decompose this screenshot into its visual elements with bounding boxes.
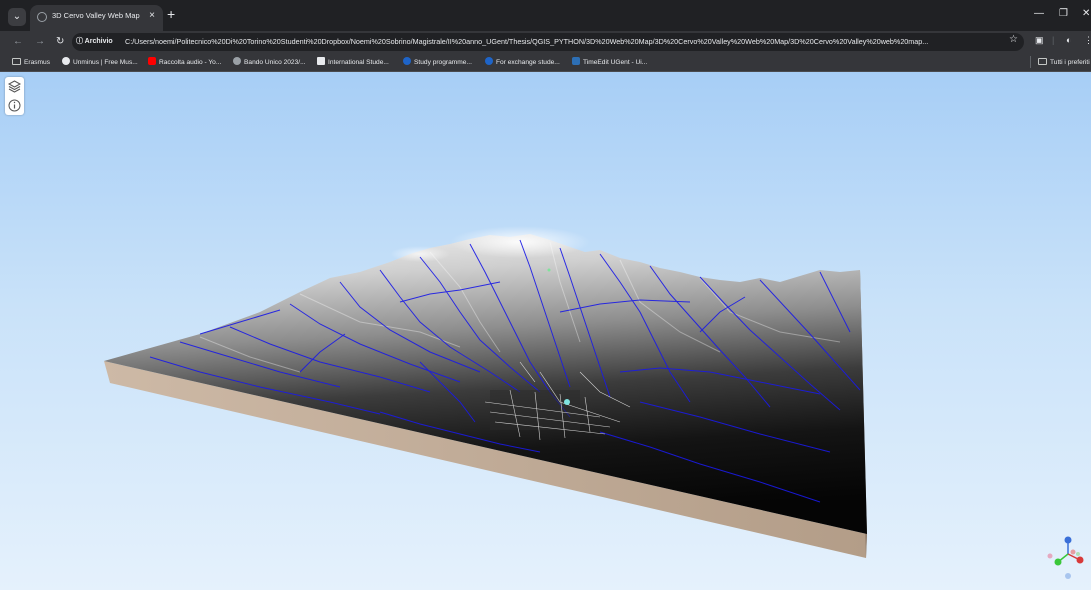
layers-button[interactable] (5, 77, 24, 96)
bookmark-label: Erasmus (24, 59, 51, 66)
bookmark-item[interactable]: Raccolta audio - Yo... (148, 57, 221, 68)
info-button[interactable] (5, 96, 24, 115)
all-bookmarks-button[interactable]: Tutti i preferiti (1038, 57, 1090, 68)
tab-strip: ⌄ 3D Cervo Valley Web Map × + — ❐ ✕ (0, 0, 1091, 31)
doc-icon (317, 57, 325, 65)
new-tab-button[interactable]: + (167, 7, 175, 21)
youtube-icon (148, 57, 156, 65)
bookmark-label: Bando Unico 2023/... (244, 59, 306, 66)
bookmark-item[interactable]: Erasmus (12, 57, 50, 68)
info-icon (8, 99, 21, 112)
bookmark-item[interactable]: For exchange stude... (485, 57, 560, 68)
bookmark-label: Unminus | Free Mus... (73, 59, 138, 66)
terrain-surface (104, 234, 867, 534)
ugent-icon (403, 57, 411, 65)
snow-peak (390, 246, 450, 262)
tab-search-button[interactable]: ⌄ (8, 8, 26, 26)
back-icon[interactable]: ← (13, 34, 23, 50)
bookmarks-divider (1030, 56, 1031, 68)
menu-kebab-icon[interactable]: ⋮ (1084, 35, 1091, 46)
browser-window: ⌄ 3D Cervo Valley Web Map × + — ❐ ✕ ← → … (0, 0, 1091, 590)
browser-toolbar: ← → ↻ ⓘ Archivio C:/Users/noemi/Politecn… (0, 31, 1091, 53)
timeedit-icon (572, 57, 580, 65)
snow-peak (450, 226, 590, 258)
bookmark-label: International Stude... (328, 59, 389, 66)
map-controls-panel (5, 77, 24, 115)
ugent-icon (485, 57, 493, 65)
tab-close-button[interactable]: × (149, 10, 155, 21)
bookmark-item[interactable]: Study programme... (403, 57, 472, 68)
bookmark-item[interactable]: Unminus | Free Mus... (62, 57, 138, 68)
bookmark-item[interactable]: International Stude... (317, 57, 389, 68)
bookmark-label: Raccolta audio - Yo... (159, 59, 222, 66)
url-text[interactable]: C:/Users/noemi/Politecnico%20Di%20Torino… (125, 36, 985, 48)
folder-icon (1038, 58, 1047, 65)
map-viewport[interactable] (0, 72, 1091, 590)
address-bar[interactable]: ⓘ Archivio C:/Users/noemi/Politecnico%20… (72, 33, 1024, 51)
profile-icon[interactable]: ◐ (1066, 35, 1071, 45)
folder-icon (12, 58, 21, 65)
bookmark-label: Study programme... (414, 59, 472, 66)
close-window-icon[interactable]: ✕ (1082, 8, 1090, 19)
bookmark-item[interactable]: Bando Unico 2023/... (233, 57, 306, 68)
bookmark-label: For exchange stude... (496, 59, 560, 66)
extensions-icon[interactable]: ▣ (1035, 35, 1044, 46)
bookmark-label: Tutti i preferiti (1050, 59, 1090, 66)
axes-helper-icon[interactable] (1040, 532, 1088, 584)
tab-active[interactable]: 3D Cervo Valley Web Map × (30, 5, 163, 31)
map-marker[interactable] (547, 268, 551, 272)
minimize-icon[interactable]: — (1034, 8, 1044, 19)
toolbar-divider: | (1052, 35, 1055, 45)
globe-icon (233, 57, 241, 65)
forward-icon[interactable]: → (35, 34, 45, 50)
bookmark-star-icon[interactable]: ☆ (1009, 34, 1018, 45)
tab-title: 3D Cervo Valley Web Map (52, 11, 140, 20)
layers-icon (7, 80, 22, 93)
map-marker[interactable] (564, 399, 570, 405)
bookmarks-bar: Erasmus Unminus | Free Mus... Raccolta a… (0, 53, 1091, 72)
bookmark-item[interactable]: TimeEdit UGent - Ui... (572, 57, 647, 68)
unminus-icon (62, 57, 70, 65)
globe-icon (37, 12, 47, 22)
reload-icon[interactable]: ↻ (56, 34, 64, 50)
restore-icon[interactable]: ❐ (1059, 8, 1068, 19)
site-info-chip[interactable]: ⓘ Archivio (76, 36, 113, 48)
terrain-scene[interactable] (0, 72, 1091, 590)
bookmark-label: TimeEdit UGent - Ui... (583, 59, 648, 66)
